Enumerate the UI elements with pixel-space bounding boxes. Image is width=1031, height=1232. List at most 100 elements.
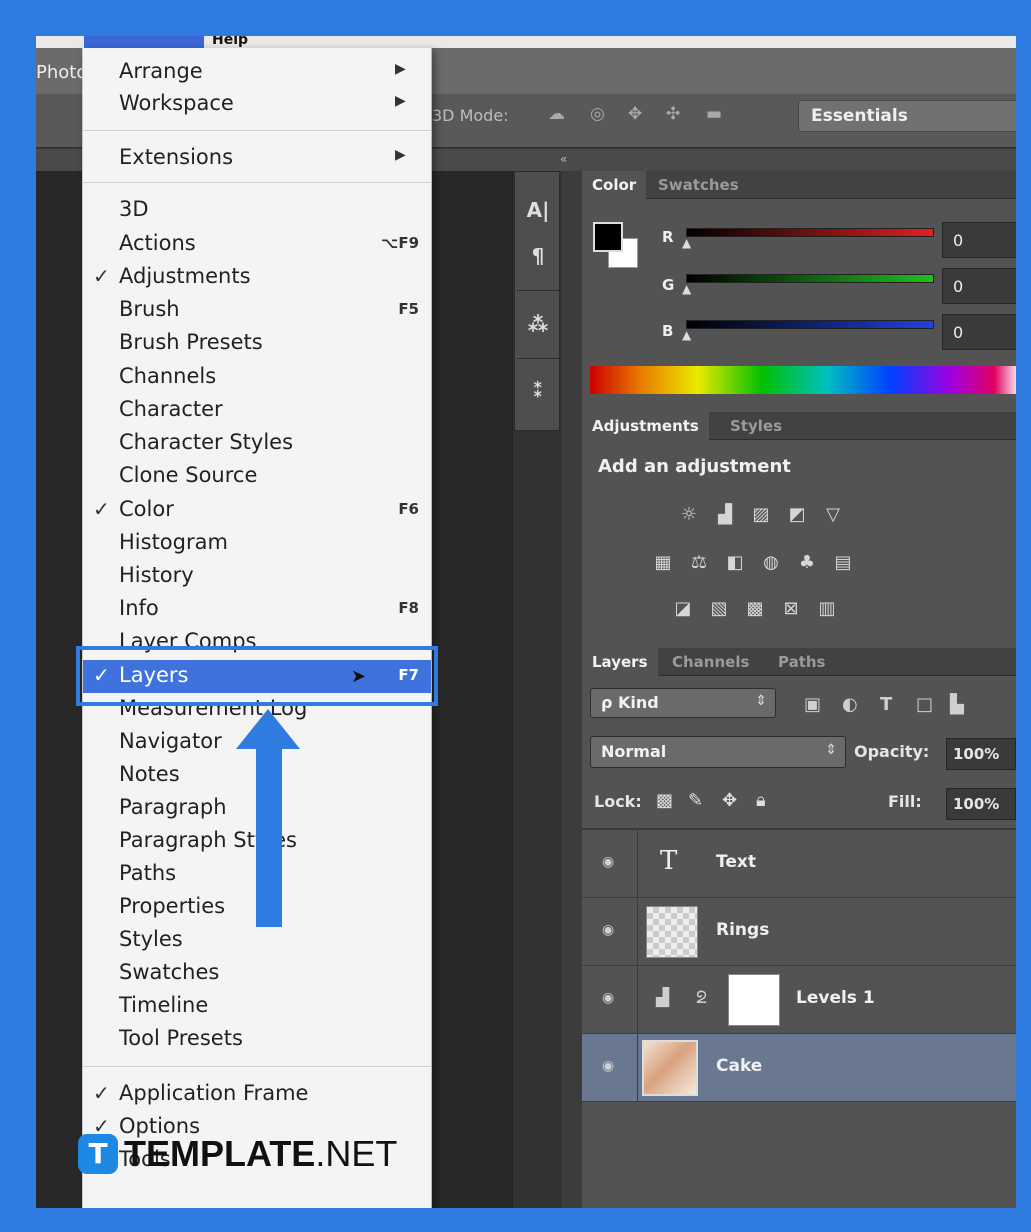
green-value-field[interactable]: 0	[942, 268, 1016, 304]
vibrance-icon[interactable]: ▽	[820, 504, 846, 526]
menu-item-paths[interactable]: Paths	[83, 858, 431, 891]
channel-mixer-icon[interactable]: ♣	[794, 552, 820, 574]
black-white-icon[interactable]: ◧	[722, 552, 748, 574]
menu-item-histogram[interactable]: Histogram	[83, 527, 431, 560]
hue-saturation-icon[interactable]: ▦	[650, 552, 676, 574]
fill-field[interactable]: 100%	[946, 788, 1016, 820]
blue-channel-slider[interactable]	[686, 320, 934, 329]
menu-item-history[interactable]: History	[83, 560, 431, 593]
exposure-icon[interactable]: ◩	[784, 504, 810, 526]
red-slider-thumb-icon[interactable]: ▲	[682, 236, 691, 250]
layer-row-levels[interactable]: ◉ ▟ ᘖ Levels 1	[582, 966, 1016, 1034]
layer-name[interactable]: Text	[716, 852, 756, 872]
blue-slider-thumb-icon[interactable]: ▲	[682, 328, 691, 342]
photo-filter-icon[interactable]: ◍	[758, 552, 784, 574]
tab-adjustments[interactable]: Adjustments	[582, 412, 709, 440]
layer-row-text[interactable]: ◉ T Text	[582, 830, 1016, 898]
color-balance-icon[interactable]: ⚖	[686, 552, 712, 574]
paragraph-panel-icon[interactable]: ¶	[515, 244, 561, 268]
lock-transparency-icon[interactable]: ▩	[656, 790, 673, 811]
menu-window[interactable]	[84, 36, 204, 48]
roll-3d-icon[interactable]: ◎	[590, 104, 605, 124]
menu-item-channels[interactable]: Channels	[83, 361, 431, 394]
menu-item-adjustments[interactable]: ✓ Adjustments	[83, 261, 431, 294]
smart-object-filter-icon[interactable]: ▙	[950, 694, 964, 715]
clone-source-icon[interactable]: ⁑	[515, 378, 561, 402]
menu-item-extensions[interactable]: Extensions ▶	[83, 142, 431, 175]
threshold-icon[interactable]: ▩	[742, 598, 768, 620]
tab-swatches[interactable]: Swatches	[648, 171, 749, 199]
visibility-eye-icon[interactable]: ◉	[602, 990, 614, 1006]
brush-presets-icon[interactable]: ⁂	[515, 312, 561, 336]
brightness-contrast-icon[interactable]: ☼	[676, 504, 702, 526]
blend-mode-select[interactable]: Normal ⇕	[590, 736, 846, 768]
layer-row-rings[interactable]: ◉ Rings	[582, 898, 1016, 966]
blue-value-field[interactable]: 0	[942, 314, 1016, 350]
visibility-eye-icon[interactable]: ◉	[602, 854, 614, 870]
menu-item-layer-comps[interactable]: Layer Comps	[83, 626, 431, 659]
menu-item-navigator[interactable]: Navigator	[83, 726, 431, 759]
pan-3d-icon[interactable]: ✥	[628, 104, 642, 124]
red-value-field[interactable]: 0	[942, 222, 1016, 258]
visibility-eye-icon[interactable]: ◉	[602, 1058, 614, 1074]
orbit-3d-icon[interactable]: ☁	[548, 104, 565, 124]
menu-item-arrange[interactable]: Arrange ▶	[83, 56, 431, 89]
color-spectrum-bar[interactable]	[590, 366, 1016, 394]
gradient-map-icon[interactable]: ▥	[814, 598, 840, 620]
menu-item-properties[interactable]: Properties	[83, 891, 431, 924]
color-lookup-icon[interactable]: ▤	[830, 552, 856, 574]
foreground-color-swatch[interactable]	[593, 222, 623, 252]
menu-item-measurement-log[interactable]: Measurement Log	[83, 693, 431, 726]
visibility-eye-icon[interactable]: ◉	[602, 922, 614, 938]
adjustment-filter-icon[interactable]: ◐	[842, 694, 858, 715]
scale-3d-icon[interactable]: ▬	[706, 104, 722, 124]
slide-3d-icon[interactable]: ✣	[666, 104, 680, 124]
tab-color[interactable]: Color	[582, 171, 647, 199]
lock-all-icon[interactable]: 🔒︎	[756, 790, 766, 811]
tab-channels[interactable]: Channels	[662, 648, 759, 676]
menu-item-character-styles[interactable]: Character Styles	[83, 427, 431, 460]
layer-name[interactable]: Rings	[716, 920, 769, 940]
levels-icon[interactable]: ▟	[712, 504, 738, 526]
menu-item-application-frame[interactable]: ✓ Application Frame	[83, 1078, 431, 1111]
tab-layers[interactable]: Layers	[582, 648, 658, 676]
character-panel-icon[interactable]: A|	[515, 198, 561, 222]
green-slider-thumb-icon[interactable]: ▲	[682, 282, 691, 296]
layer-name[interactable]: Levels 1	[796, 988, 875, 1008]
type-filter-icon[interactable]: T	[880, 694, 892, 715]
menu-item-actions[interactable]: Actions ⌥F9	[83, 228, 431, 261]
lock-position-icon[interactable]: ✥	[722, 790, 737, 811]
tab-styles[interactable]: Styles	[720, 412, 792, 440]
menu-item-workspace[interactable]: Workspace ▶	[83, 88, 431, 121]
menu-help[interactable]: Help	[212, 36, 248, 48]
lock-image-pixels-icon[interactable]: ✎	[688, 790, 703, 811]
menu-item-notes[interactable]: Notes	[83, 759, 431, 792]
menu-item-layers[interactable]: ✓ Layers F7 ➤	[83, 660, 431, 693]
menu-item-info[interactable]: Info F8	[83, 593, 431, 626]
pixel-filter-icon[interactable]: ▣	[804, 694, 821, 715]
collapse-dock-icon[interactable]: «	[560, 152, 567, 166]
shape-filter-icon[interactable]: □	[916, 694, 933, 715]
layer-row-cake[interactable]: ◉ Cake	[582, 1034, 1016, 1102]
posterize-icon[interactable]: ▧	[706, 598, 732, 620]
selective-color-icon[interactable]: ⊠	[778, 598, 804, 620]
layer-name[interactable]: Cake	[716, 1056, 762, 1076]
invert-icon[interactable]: ◪	[670, 598, 696, 620]
menu-item-swatches[interactable]: Swatches	[83, 957, 431, 990]
menu-item-character[interactable]: Character	[83, 394, 431, 427]
workspace-select[interactable]: Essentials	[798, 100, 1016, 132]
layer-filter-select[interactable]: ρ Kind ⇕	[590, 688, 776, 718]
menu-item-brush[interactable]: Brush F5	[83, 294, 431, 327]
red-channel-slider[interactable]	[686, 228, 934, 237]
tab-paths[interactable]: Paths	[768, 648, 836, 676]
menu-item-brush-presets[interactable]: Brush Presets	[83, 327, 431, 360]
opacity-field[interactable]: 100%	[946, 738, 1016, 770]
menu-item-tool-presets[interactable]: Tool Presets	[83, 1023, 431, 1056]
menu-item-timeline[interactable]: Timeline	[83, 990, 431, 1023]
menu-item-paragraph[interactable]: Paragraph	[83, 792, 431, 825]
menu-item-color[interactable]: ✓ Color F6	[83, 494, 431, 527]
menu-item-styles[interactable]: Styles	[83, 924, 431, 957]
menu-item-3d[interactable]: 3D	[83, 194, 431, 227]
layer-link-icon[interactable]: ᘖ	[696, 988, 707, 1008]
menu-item-clone-source[interactable]: Clone Source	[83, 460, 431, 493]
